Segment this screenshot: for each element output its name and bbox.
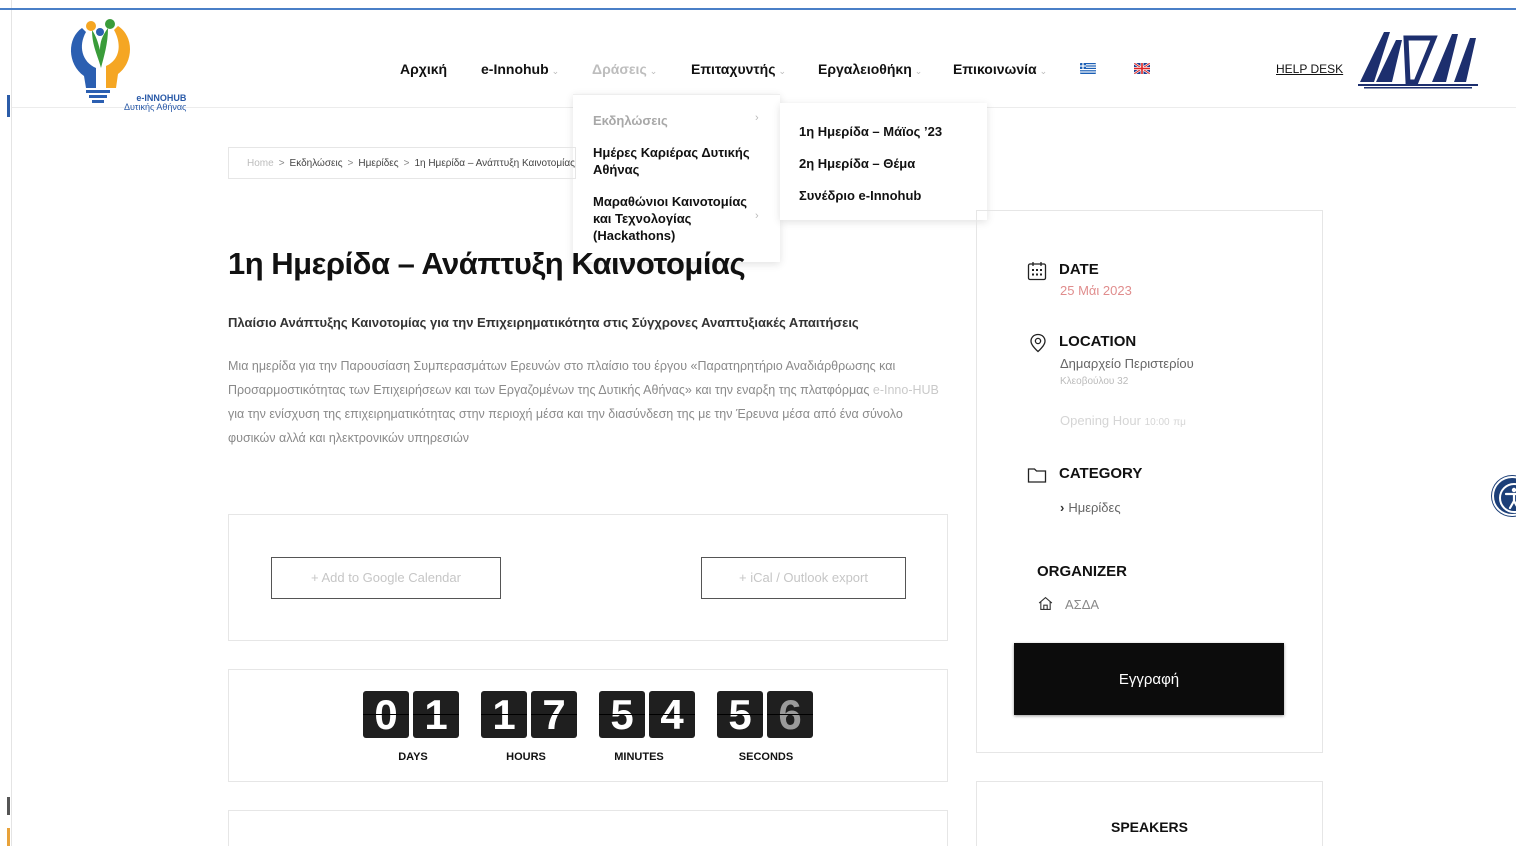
description-text: για την ενίσχυση της επιχειρηματικότητας… (228, 407, 903, 445)
home-icon (1038, 596, 1053, 611)
organizer-heading: ORGANIZER (1037, 563, 1127, 580)
browser-top-edge (0, 8, 1516, 10)
countdown-digit: 1 (481, 691, 527, 738)
location-name: Δημαρχείο Περιστερίου (1060, 356, 1194, 371)
nav-item-home[interactable]: Αρχική (400, 61, 447, 77)
breadcrumb-separator: > (347, 158, 354, 169)
content-panel (228, 810, 948, 846)
nav-label: Δράσεις (592, 61, 647, 77)
calendar-icon (1027, 262, 1047, 281)
calendar-export-panel: + Add to Google Calendar + iCal / Outloo… (228, 514, 948, 641)
countdown-label-seconds: SECONDS (738, 751, 794, 763)
countdown-label-minutes: MINUTES (614, 751, 664, 763)
dropdown-item-hackathons[interactable]: Μαραθώνιοι Καινοτομίας και Τεχνολογίας (… (593, 193, 758, 244)
nav-item-accelerator[interactable]: Επιταχυντής ⌄ (691, 61, 786, 77)
breadcrumb-separator: > (278, 158, 285, 169)
chevron-down-icon: ⌄ (649, 66, 658, 76)
description-text: Μια ημερίδα για την Παρουσίαση Συμπερασμ… (228, 359, 896, 397)
dropdown-item-events[interactable]: Εκδηλώσεις (593, 112, 668, 129)
submenu-item-2nd-conference[interactable]: 2η Ημερίδα – Θέμα (799, 156, 915, 171)
chevron-right-icon: › (755, 112, 759, 124)
nav-label: Επιταχυντής (691, 61, 776, 77)
nav-item-contact[interactable]: Επικοινωνία ⌄ (953, 61, 1047, 77)
nav-item-e-innohub[interactable]: e-Innohub ⌄ (481, 61, 559, 77)
countdown-digit: 5 (599, 691, 645, 738)
edge-marker (7, 95, 10, 117)
countdown-digit: 0 (363, 691, 409, 738)
countdown-digit: 5 (717, 691, 763, 738)
countdown-panel: 0 1 1 7 5 4 5 6 DAYS HOURS MINUTES SECON… (228, 669, 948, 782)
page-title: 1η Ημερίδα – Ανάπτυξη Καινοτομίας (228, 246, 746, 281)
opening-hour-suffix: πμ (1173, 417, 1186, 428)
helpdesk-link[interactable]: HELP DESK (1276, 62, 1343, 76)
speakers-panel (976, 781, 1323, 846)
countdown-label-hours: HOURS (506, 751, 546, 763)
date-heading: DATE (1059, 261, 1099, 278)
opening-hour-label: Opening Hour (1060, 413, 1141, 428)
breadcrumb-current: 1η Ημερίδα – Ανάπτυξη Καινοτομίας (414, 158, 575, 169)
breadcrumb: Home > Εκδηλώσεις > Ημερίδες >1η Ημερίδα – Αν… (228, 147, 576, 179)
logo-line2: Δυτικής Αθήνας (124, 102, 187, 112)
left-window-edge (0, 0, 12, 846)
category-link[interactable]: › Ημερίδες (1060, 500, 1121, 515)
breadcrumb-separator: > (403, 158, 410, 169)
chevron-down-icon: ⌄ (914, 66, 923, 76)
countdown-digit: 6 (767, 691, 813, 738)
opening-hour: Opening Hour 10:00 πμ (1060, 413, 1186, 428)
chevron-right-icon: › (1060, 500, 1065, 515)
platform-link[interactable]: e-Inno-HUB (873, 383, 939, 397)
breadcrumb-item[interactable]: Εκδηλώσεις (290, 158, 343, 169)
chevron-down-icon: ⌄ (778, 66, 787, 76)
add-google-calendar-button[interactable]: + Add to Google Calendar (271, 557, 501, 599)
logo-wordmark[interactable]: e-INNOHUB Δυτικής Αθήνας (124, 94, 186, 112)
category-value: Ημερίδες (1068, 500, 1121, 515)
location-address: Κλεοβούλου 32 (1060, 376, 1129, 387)
events-submenu: 1η Ημερίδα – Μάϊος ’23 2η Ημερίδα – Θέμα… (780, 103, 987, 220)
countdown-digit: 4 (649, 691, 695, 738)
actions-dropdown: Εκδηλώσεις › Ημέρες Καριέρας Δυτικής Αθή… (573, 94, 780, 262)
submenu-item-1st-conference[interactable]: 1η Ημερίδα – Μάϊος ’23 (799, 124, 942, 139)
innohub-logo-icon[interactable] (62, 16, 144, 104)
chevron-down-icon: ⌄ (1039, 66, 1048, 76)
date-value: 25 Μάι 2023 (1060, 283, 1132, 298)
nav-label: Εργαλειοθήκη (818, 61, 912, 77)
nav-item-actions[interactable]: Δράσεις ⌄ (592, 61, 657, 77)
dropdown-item-career-days[interactable]: Ημέρες Καριέρας Δυτικής Αθήνας (593, 144, 763, 178)
greek-flag-icon[interactable] (1080, 63, 1096, 74)
breadcrumb-home[interactable]: Home (247, 158, 274, 169)
uk-flag-icon[interactable] (1134, 63, 1150, 74)
location-pin-icon (1030, 333, 1046, 353)
nav-label: Επικοινωνία (953, 61, 1037, 77)
speakers-heading: SPEAKERS (1110, 819, 1189, 835)
chevron-right-icon: › (755, 210, 759, 222)
opening-hour-time: 10:00 (1144, 417, 1170, 428)
chevron-down-icon: ⌄ (551, 66, 560, 76)
nav-label: e-Innohub (481, 61, 549, 77)
category-heading: CATEGORY (1059, 465, 1143, 482)
accessibility-button[interactable] (1492, 476, 1516, 516)
register-button[interactable]: Εγγραφή (1014, 643, 1284, 715)
ical-export-button[interactable]: + iCal / Outlook export (701, 557, 906, 599)
event-description: Μια ημερίδα για την Παρουσίαση Συμπερασμ… (228, 354, 948, 450)
submenu-item-innohub-congress[interactable]: Συνέδριο e-Innohub (799, 188, 921, 203)
edge-marker (7, 828, 10, 846)
asda-logo-icon[interactable] (1354, 26, 1482, 90)
countdown-label-days: DAYS (398, 751, 428, 763)
page: e-INNOHUB Δυτικής Αθήνας Αρχική e-Innohu… (0, 0, 1516, 846)
accessibility-icon (1499, 483, 1516, 513)
nav-label: Αρχική (400, 61, 448, 77)
breadcrumb-item[interactable]: Ημερίδες (358, 158, 398, 169)
nav-item-toolbox[interactable]: Εργαλειοθήκη ⌄ (818, 61, 922, 77)
folder-icon (1027, 468, 1047, 483)
countdown-digit: 7 (531, 691, 577, 738)
event-subtitle: Πλαίσιο Ανάπτυξης Καινοτομίας για την Επ… (228, 315, 859, 330)
countdown-digit: 1 (413, 691, 459, 738)
location-heading: LOCATION (1059, 333, 1137, 350)
organizer-value[interactable]: ΑΣΔΑ (1065, 597, 1099, 612)
edge-marker (7, 797, 10, 815)
